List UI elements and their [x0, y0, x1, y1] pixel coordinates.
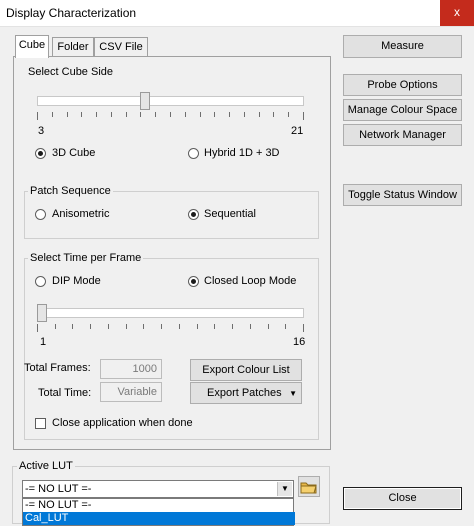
- active-lut-selected: -= NO LUT =-: [25, 483, 92, 495]
- radio-closed-loop[interactable]: [188, 276, 199, 287]
- slider-tick: [67, 112, 68, 117]
- tab-cube[interactable]: Cube: [15, 35, 49, 58]
- slider-tick: [52, 112, 53, 117]
- slider-tick: [155, 112, 156, 117]
- export-patches-button[interactable]: Export Patches ▼: [190, 382, 302, 404]
- open-folder-button[interactable]: [298, 476, 320, 497]
- radio-sequential[interactable]: [188, 209, 199, 220]
- export-colour-list-button[interactable]: Export Colour List: [190, 359, 302, 381]
- network-manager-button[interactable]: Network Manager: [343, 124, 462, 146]
- total-frames-label: Total Frames:: [24, 362, 91, 374]
- slider-tick: [96, 112, 97, 117]
- patch-sequence-label: Patch Sequence: [28, 185, 113, 197]
- slider-tick: [214, 324, 215, 329]
- radio-dip-mode-label: DIP Mode: [52, 275, 101, 287]
- slider-tick: [303, 324, 304, 332]
- slider-tick: [81, 112, 82, 117]
- cube-side-label: Select Cube Side: [28, 66, 113, 78]
- slider-tick: [90, 324, 91, 329]
- total-time-label: Total Time:: [38, 387, 92, 399]
- slider-tick: [200, 112, 201, 117]
- close-when-done-checkbox[interactable]: [35, 418, 46, 429]
- slider-tick: [214, 112, 215, 117]
- slider-tick: [140, 112, 141, 117]
- slider-tick: [37, 112, 38, 120]
- radio-hybrid-label: Hybrid 1D + 3D: [204, 147, 280, 159]
- slider-tick: [37, 324, 38, 332]
- cube-side-max: 21: [291, 125, 304, 137]
- slider-tick: [179, 324, 180, 329]
- manage-colour-space-button[interactable]: Manage Colour Space: [343, 99, 462, 121]
- slider-tick: [244, 112, 245, 117]
- toggle-status-window-button[interactable]: Toggle Status Window: [343, 184, 462, 206]
- chevron-down-icon[interactable]: ▼: [277, 482, 292, 496]
- slider-tick: [285, 324, 286, 329]
- slider-tick: [303, 112, 304, 120]
- time-frame-track: [37, 308, 304, 318]
- dropdown-arrow-icon: ▼: [289, 389, 297, 398]
- slider-tick: [229, 112, 230, 117]
- radio-3d-cube-label: 3D Cube: [52, 147, 96, 159]
- slider-tick: [126, 324, 127, 329]
- active-lut-label: Active LUT: [17, 460, 75, 472]
- close-when-done-label: Close application when done: [52, 417, 193, 429]
- radio-anisometric-label: Anisometric: [52, 208, 110, 220]
- measure-button[interactable]: Measure: [343, 35, 462, 58]
- time-frame-ticks: [37, 324, 304, 332]
- total-frames-field: 1000: [100, 359, 162, 379]
- slider-tick: [170, 112, 171, 117]
- slider-tick: [273, 112, 274, 117]
- slider-tick: [143, 324, 144, 329]
- slider-tick: [288, 112, 289, 117]
- radio-dip-mode[interactable]: [35, 276, 46, 287]
- slider-tick: [126, 112, 127, 117]
- radio-hybrid[interactable]: [188, 148, 199, 159]
- slider-tick: [108, 324, 109, 329]
- time-per-frame-label: Select Time per Frame: [28, 252, 144, 264]
- tab-folder[interactable]: Folder: [52, 37, 94, 57]
- cube-side-slider-thumb[interactable]: [140, 92, 150, 110]
- slider-tick: [111, 112, 112, 117]
- time-frame-max: 16: [293, 336, 306, 348]
- active-lut-dropdown: -= NO LUT =- Cal_LUT: [22, 498, 295, 526]
- total-time-field: Variable: [100, 382, 162, 402]
- probe-options-button[interactable]: Probe Options: [343, 74, 462, 96]
- lut-option-cal-lut[interactable]: Cal_LUT: [23, 512, 295, 525]
- slider-tick: [197, 324, 198, 329]
- cube-side-min: 3: [38, 125, 45, 137]
- cube-side-ticks: [37, 112, 304, 120]
- window-title: Display Characterization: [6, 6, 137, 20]
- tab-csv-file[interactable]: CSV File: [94, 37, 148, 57]
- active-lut-combo[interactable]: -= NO LUT =- ▼: [22, 480, 294, 498]
- close-button[interactable]: Close: [343, 487, 462, 510]
- radio-closed-loop-label: Closed Loop Mode: [204, 275, 297, 287]
- folder-icon: [300, 482, 317, 494]
- radio-anisometric[interactable]: [35, 209, 46, 220]
- slider-tick: [161, 324, 162, 329]
- slider-tick: [55, 324, 56, 329]
- slider-tick: [232, 324, 233, 329]
- cube-side-track: [37, 96, 304, 106]
- slider-tick: [185, 112, 186, 117]
- radio-3d-cube[interactable]: [35, 148, 46, 159]
- time-frame-slider-thumb[interactable]: [37, 304, 47, 322]
- slider-tick: [268, 324, 269, 329]
- radio-sequential-label: Sequential: [204, 208, 256, 220]
- slider-tick: [72, 324, 73, 329]
- close-window-button[interactable]: x: [440, 0, 474, 26]
- slider-tick: [250, 324, 251, 329]
- slider-tick: [259, 112, 260, 117]
- time-frame-min: 1: [40, 336, 47, 348]
- lut-option-no-lut[interactable]: -= NO LUT =-: [23, 499, 295, 512]
- export-patches-label: Export Patches: [207, 387, 282, 399]
